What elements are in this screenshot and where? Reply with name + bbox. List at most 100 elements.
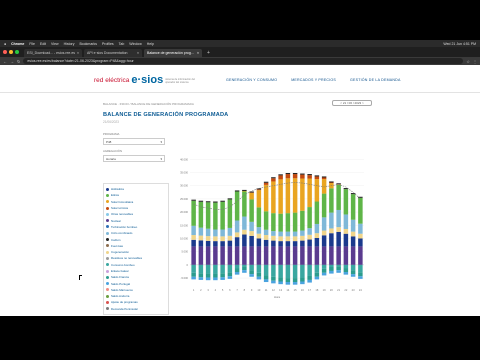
- close-tab-icon[interactable]: ×: [137, 51, 139, 55]
- bar-segment: [336, 246, 341, 265]
- demand-line: [193, 182, 361, 210]
- x-tick-label: 24: [359, 288, 362, 292]
- close-tab-icon[interactable]: ×: [77, 51, 79, 55]
- date-picker[interactable]: < 21 / 06 / 2023 >: [332, 100, 372, 106]
- bar-segment: [205, 240, 211, 247]
- nav-gestion[interactable]: GESTIÓN DE LA DEMANDA: [350, 78, 401, 82]
- bar-segment: [242, 229, 247, 235]
- menu-window[interactable]: Window: [129, 42, 141, 46]
- logo-tagline: sistema de información del operador del …: [165, 77, 195, 84]
- bar-segment: [329, 246, 334, 265]
- bar-segment: [285, 236, 291, 242]
- aggregation-select[interactable]: Horaria ▾: [103, 155, 165, 162]
- bar-segment: [292, 246, 298, 265]
- bar-segment: [314, 272, 320, 277]
- new-tab-icon[interactable]: +: [204, 49, 213, 57]
- tab-label: Balance de generación prog...: [147, 51, 194, 55]
- legend-label: Saldo Andorra: [111, 294, 130, 299]
- bar-segment: [263, 275, 269, 280]
- bar-segment: [307, 207, 312, 229]
- legend-label: Demanda Peninsular: [111, 306, 138, 311]
- menu-help[interactable]: Help: [147, 42, 154, 46]
- aggregation-value: Horaria: [106, 157, 116, 161]
- menu-app-name[interactable]: Chrome: [11, 42, 24, 46]
- bar-segment: [263, 184, 269, 212]
- bar-segment: [285, 213, 291, 232]
- nav-generacion[interactable]: GENERACIÓN Y CONSUMO: [226, 78, 277, 82]
- main-nav: GENERACIÓN Y CONSUMO MERCADOS Y PRECIOS …: [226, 78, 401, 82]
- bar-segment: [292, 174, 298, 179]
- bar-segment: [350, 194, 356, 220]
- nav-mercados[interactable]: MERCADOS Y PRECIOS: [291, 78, 336, 82]
- bar-segment: [227, 235, 233, 241]
- minimize-window-icon[interactable]: [9, 50, 13, 54]
- bar-segment: [307, 175, 312, 179]
- bar-segment: [336, 231, 341, 247]
- bar-segment: [307, 234, 312, 240]
- bar-segment: [278, 175, 283, 180]
- bar-segment: [213, 236, 218, 242]
- bar-segment: [205, 228, 211, 237]
- legend-item[interactable]: Demanda Peninsular: [106, 306, 166, 312]
- close-window-icon[interactable]: [3, 50, 7, 54]
- apple-icon[interactable]: ●: [4, 42, 6, 46]
- bar-segment: [285, 264, 291, 279]
- bar-segment: [263, 264, 269, 276]
- bar-segment: [271, 231, 276, 236]
- menu-bookmarks[interactable]: Bookmarks: [79, 42, 97, 46]
- menu-dots-icon[interactable]: ⋮: [473, 59, 477, 64]
- bar-segment: [263, 246, 269, 265]
- x-tick-label: 4: [215, 288, 217, 292]
- x-tick-label: 23: [352, 288, 355, 292]
- tab-balance[interactable]: Balance de generación prog... ×: [144, 49, 202, 57]
- x-tick-label: 16: [301, 288, 304, 292]
- address-bar[interactable]: esios.ree.es/es/balance?date=21-06-2023&…: [23, 58, 464, 64]
- bar-segment: [242, 190, 247, 192]
- y-tick-label: 5.000: [182, 250, 189, 254]
- bar-segment: [292, 278, 298, 283]
- menubar-clock[interactable]: Wed 21 Jun 4:51 PM: [443, 42, 476, 46]
- bar-segment: [205, 246, 211, 265]
- zoom-window-icon[interactable]: [15, 50, 19, 54]
- reload-icon[interactable]: ↻: [17, 59, 20, 64]
- bar-segment: [285, 246, 291, 265]
- x-tick-label: 8: [244, 288, 246, 292]
- bar-segment: [227, 199, 233, 228]
- bar-segment: [278, 264, 283, 278]
- bar-segment: [227, 264, 233, 273]
- bar-segment: [249, 264, 254, 271]
- site-logo[interactable]: red eléctrica e·sios sistema de informac…: [94, 75, 195, 86]
- tab-esi-download[interactable]: ESI_Download... - esios.ree.es ×: [24, 49, 82, 57]
- back-icon[interactable]: ←: [3, 59, 7, 64]
- bar-segment: [314, 264, 320, 273]
- bar-segment: [213, 229, 218, 237]
- bar-segment: [271, 240, 276, 247]
- menu-edit[interactable]: Edit: [40, 42, 46, 46]
- bar-segment: [336, 184, 341, 210]
- forward-icon[interactable]: →: [10, 59, 14, 64]
- menu-view[interactable]: View: [51, 42, 59, 46]
- program-select[interactable]: P48 ▾: [103, 138, 165, 145]
- tab-api-docs[interactable]: API e·sios Documentation ×: [84, 49, 142, 57]
- bar-segment: [271, 235, 276, 241]
- generation-chart: -5.000 0 5.000 10.000 15.000 20.000 25.000 30.0…: [170, 150, 370, 300]
- bar-segment: [292, 264, 298, 279]
- menu-file[interactable]: File: [29, 42, 35, 46]
- legend-label: Ciclo combinado: [111, 231, 133, 236]
- star-icon[interactable]: ☆: [466, 59, 470, 64]
- x-tick-label: 19: [323, 288, 326, 292]
- breadcrumb[interactable]: BALANCE · INICIO / BALANCE DE GENERACIÓN…: [103, 102, 194, 106]
- bar-segment: [234, 246, 240, 265]
- menu-history[interactable]: History: [64, 42, 75, 46]
- legend-swatch: [106, 225, 109, 229]
- menu-tab[interactable]: Tab: [119, 42, 125, 46]
- close-tab-icon[interactable]: ×: [197, 51, 199, 55]
- legend-label: Residuos no renovables: [111, 256, 143, 261]
- bar-segment: [300, 277, 305, 282]
- bar-segment: [358, 233, 363, 239]
- menu-profiles[interactable]: Profiles: [102, 42, 114, 46]
- bar-segment: [350, 236, 356, 247]
- bar-segment: [198, 201, 204, 228]
- bar-segment: [300, 174, 305, 179]
- bar-segment: [329, 264, 334, 267]
